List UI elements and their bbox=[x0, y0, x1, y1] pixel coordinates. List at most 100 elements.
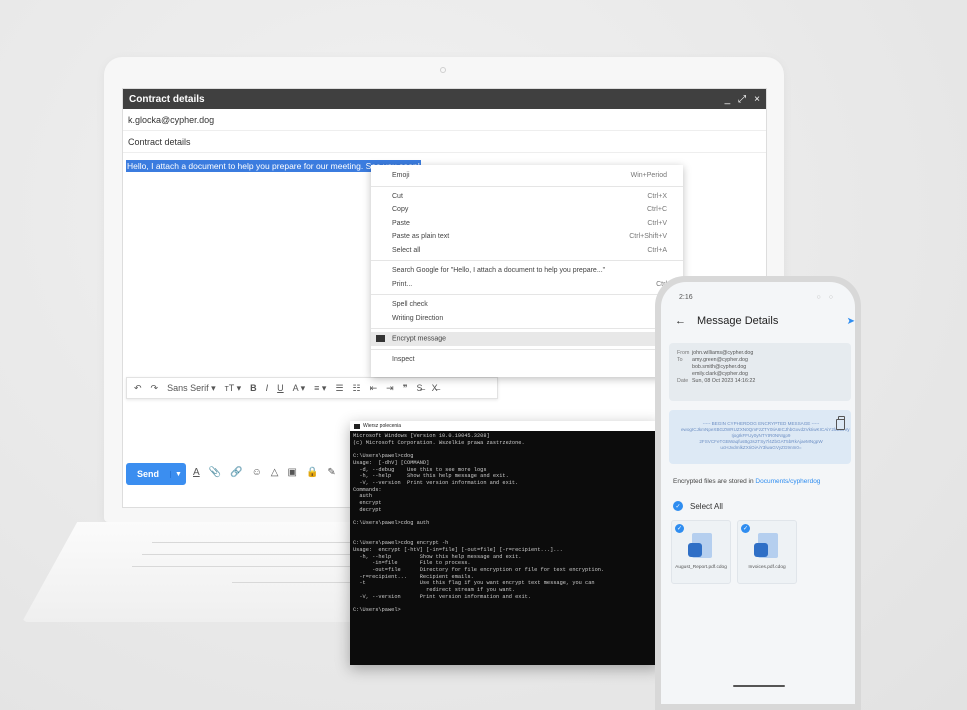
subject-field[interactable]: Contract details bbox=[123, 131, 766, 153]
date-value: Sun, 08 Oct 2023 14:16:22 bbox=[692, 378, 756, 384]
menu-item[interactable]: Select all Ctrl+A bbox=[371, 244, 683, 258]
indent-less-button[interactable]: ⇤ bbox=[370, 383, 378, 394]
menu-item[interactable]: Spell check bbox=[371, 298, 683, 312]
camera bbox=[440, 67, 446, 73]
underline-button[interactable]: U bbox=[277, 383, 284, 393]
storage-note: Encrypted files are stored in Documents/… bbox=[673, 478, 820, 485]
menu-item-label: Print... bbox=[392, 280, 413, 288]
file-tile[interactable]: ✓ Invoices.pdf.cdog bbox=[737, 520, 797, 584]
italic-button[interactable]: I bbox=[266, 383, 269, 393]
numbered-list-button[interactable]: ☰ bbox=[335, 383, 343, 394]
file-tile[interactable]: ✓ August_Report.pdf.cdog bbox=[671, 520, 731, 584]
from-value: john.williams@cypher.dog bbox=[692, 350, 754, 356]
context-menu: Emoji Win+Period Cut Ctrl+X Copy Ctrl+C Paste C… bbox=[371, 165, 683, 377]
emoji-icon[interactable]: ☺ bbox=[252, 467, 262, 478]
back-arrow-icon[interactable]: ← bbox=[675, 315, 686, 327]
compose-title: Contract details bbox=[129, 93, 205, 105]
menu-item[interactable]: Print... Ctrl bbox=[371, 278, 683, 292]
redo-button[interactable]: ↷ bbox=[151, 383, 159, 394]
menu-item[interactable]: Paste as plain text Ctrl+Shift+V bbox=[371, 230, 683, 244]
signature-icon[interactable]: ✎ bbox=[327, 467, 335, 478]
attach-file-icon[interactable]: 📎 bbox=[209, 467, 221, 478]
terminal-output[interactable]: Microsoft Windows [Version 10.0.19045.32… bbox=[350, 431, 660, 616]
font-size-button[interactable]: ᴛT ▾ bbox=[225, 383, 241, 394]
select-all[interactable]: ✓ Select All bbox=[673, 501, 723, 511]
encrypted-message-box[interactable]: ----- BEGIN CYPHERDOG ENCRYPTED MESSAGE … bbox=[669, 410, 851, 464]
menu-item-label: Search Google for "Hello, I attach a doc… bbox=[392, 267, 606, 275]
to-value: amy.green@cypher.dog bbox=[692, 357, 748, 363]
menu-item[interactable]: Writing Direction bbox=[371, 312, 683, 326]
encrypted-file-icon bbox=[688, 533, 712, 558]
send-label: Send bbox=[136, 469, 159, 479]
formatting-toolbar: ↶ ↷ Sans Serif ▾ ᴛT ▾ B I U A ▾ ≡ ▾ ☰ ☷ … bbox=[126, 377, 498, 399]
to-value: emily.clark@cypher.dog bbox=[692, 371, 748, 377]
menu-item[interactable]: Copy Ctrl+C bbox=[371, 203, 683, 217]
send-icon[interactable]: ➤ bbox=[847, 316, 855, 327]
menu-item[interactable]: Inspect bbox=[371, 353, 683, 367]
insert-link-icon[interactable]: 🔗 bbox=[230, 467, 242, 478]
status-icons: ○○ bbox=[816, 294, 841, 301]
insert-photo-icon[interactable]: ▣ bbox=[288, 467, 297, 478]
menu-item[interactable]: Paste Ctrl+V bbox=[371, 217, 683, 231]
home-indicator[interactable] bbox=[733, 685, 785, 687]
phone-frame: 2:16 ○○ ← Message Details ➤ From john.wil… bbox=[655, 276, 861, 710]
drive-icon[interactable]: △ bbox=[271, 467, 279, 478]
align-button[interactable]: ≡ ▾ bbox=[314, 383, 326, 394]
bold-button[interactable]: B bbox=[250, 383, 257, 393]
menu-separator bbox=[371, 294, 683, 295]
strikethrough-button[interactable]: S̶ bbox=[417, 383, 423, 393]
undo-button[interactable]: ↶ bbox=[134, 383, 142, 394]
menu-item-label: Writing Direction bbox=[392, 314, 444, 322]
terminal-icon bbox=[354, 423, 360, 429]
menu-separator bbox=[371, 348, 683, 350]
menu-separator bbox=[371, 328, 683, 329]
font-select[interactable]: Sans Serif ▾ bbox=[167, 383, 216, 394]
bullet-list-button[interactable]: ☷ bbox=[353, 383, 361, 394]
page-title: Message Details bbox=[697, 315, 779, 327]
menu-item-label: Cut bbox=[392, 192, 403, 200]
menu-item-shortcut: Ctrl+X bbox=[647, 192, 667, 200]
menu-separator bbox=[371, 260, 683, 261]
send-options-icon[interactable]: ▼ bbox=[170, 470, 186, 478]
minimize-button[interactable]: _ bbox=[725, 94, 731, 105]
file-name: August_Report.pdf.cdog bbox=[675, 565, 727, 570]
menu-item-label: Spell check bbox=[392, 301, 428, 309]
formatting-options-icon[interactable]: A bbox=[193, 467, 200, 478]
check-icon: ✓ bbox=[673, 501, 683, 511]
to-label: To bbox=[677, 357, 683, 363]
close-button[interactable]: × bbox=[754, 94, 760, 105]
send-button[interactable]: Send ▼ bbox=[126, 463, 186, 485]
message-meta: From john.williams@cypher.dog To amy.green… bbox=[669, 343, 851, 401]
menu-item[interactable]: Encrypt message bbox=[371, 332, 683, 346]
menu-item-shortcut: Ctrl+A bbox=[647, 246, 667, 254]
menu-item-shortcut: Ctrl+V bbox=[647, 219, 667, 227]
check-icon: ✓ bbox=[741, 524, 750, 533]
phone-screen: 2:16 ○○ ← Message Details ➤ From john.wil… bbox=[661, 282, 855, 704]
file-name: Invoices.pdf.cdog bbox=[748, 565, 786, 570]
menu-separator bbox=[371, 185, 683, 187]
to-field[interactable]: k.glocka@cypher.dog bbox=[123, 109, 766, 131]
menu-item-shortcut: Ctrl+C bbox=[646, 206, 667, 214]
indent-more-button[interactable]: ⇥ bbox=[386, 383, 394, 394]
encrypted-message-text: ----- BEGIN CYPHERDOG ENCRYPTED MESSAGE … bbox=[681, 421, 850, 450]
copy-icon[interactable] bbox=[836, 416, 845, 430]
confidential-mode-icon[interactable]: 🔒 bbox=[306, 467, 318, 478]
text-color-button[interactable]: A ▾ bbox=[293, 383, 306, 394]
menu-item-label: Encrypt message bbox=[392, 335, 447, 343]
menu-item-shortcut: Win+Period bbox=[630, 172, 667, 180]
quote-button[interactable]: ❞ bbox=[403, 383, 408, 394]
terminal-title-bar: Wiersz polecenia bbox=[350, 421, 660, 431]
to-value: bob.smith@cypher.dog bbox=[692, 364, 747, 370]
menu-item[interactable]: Emoji Win+Period bbox=[371, 169, 683, 183]
menu-item[interactable]: Search Google for "Hello, I attach a doc… bbox=[371, 264, 683, 278]
menu-item-label: Paste bbox=[392, 219, 410, 227]
storage-folder-link[interactable]: Documents/cypherdog bbox=[755, 478, 820, 485]
menu-item[interactable]: Cut Ctrl+X bbox=[371, 190, 683, 204]
remove-format-button[interactable]: X̶ bbox=[432, 383, 438, 393]
select-all-label: Select All bbox=[690, 501, 723, 511]
compose-title-bar: Contract details _ ⤢ × bbox=[123, 89, 766, 109]
date-label: Date bbox=[677, 378, 689, 384]
expand-button[interactable]: ⤢ bbox=[738, 94, 746, 105]
menu-item-label: Select all bbox=[392, 246, 421, 254]
terminal-title: Wiersz polecenia bbox=[363, 423, 402, 429]
